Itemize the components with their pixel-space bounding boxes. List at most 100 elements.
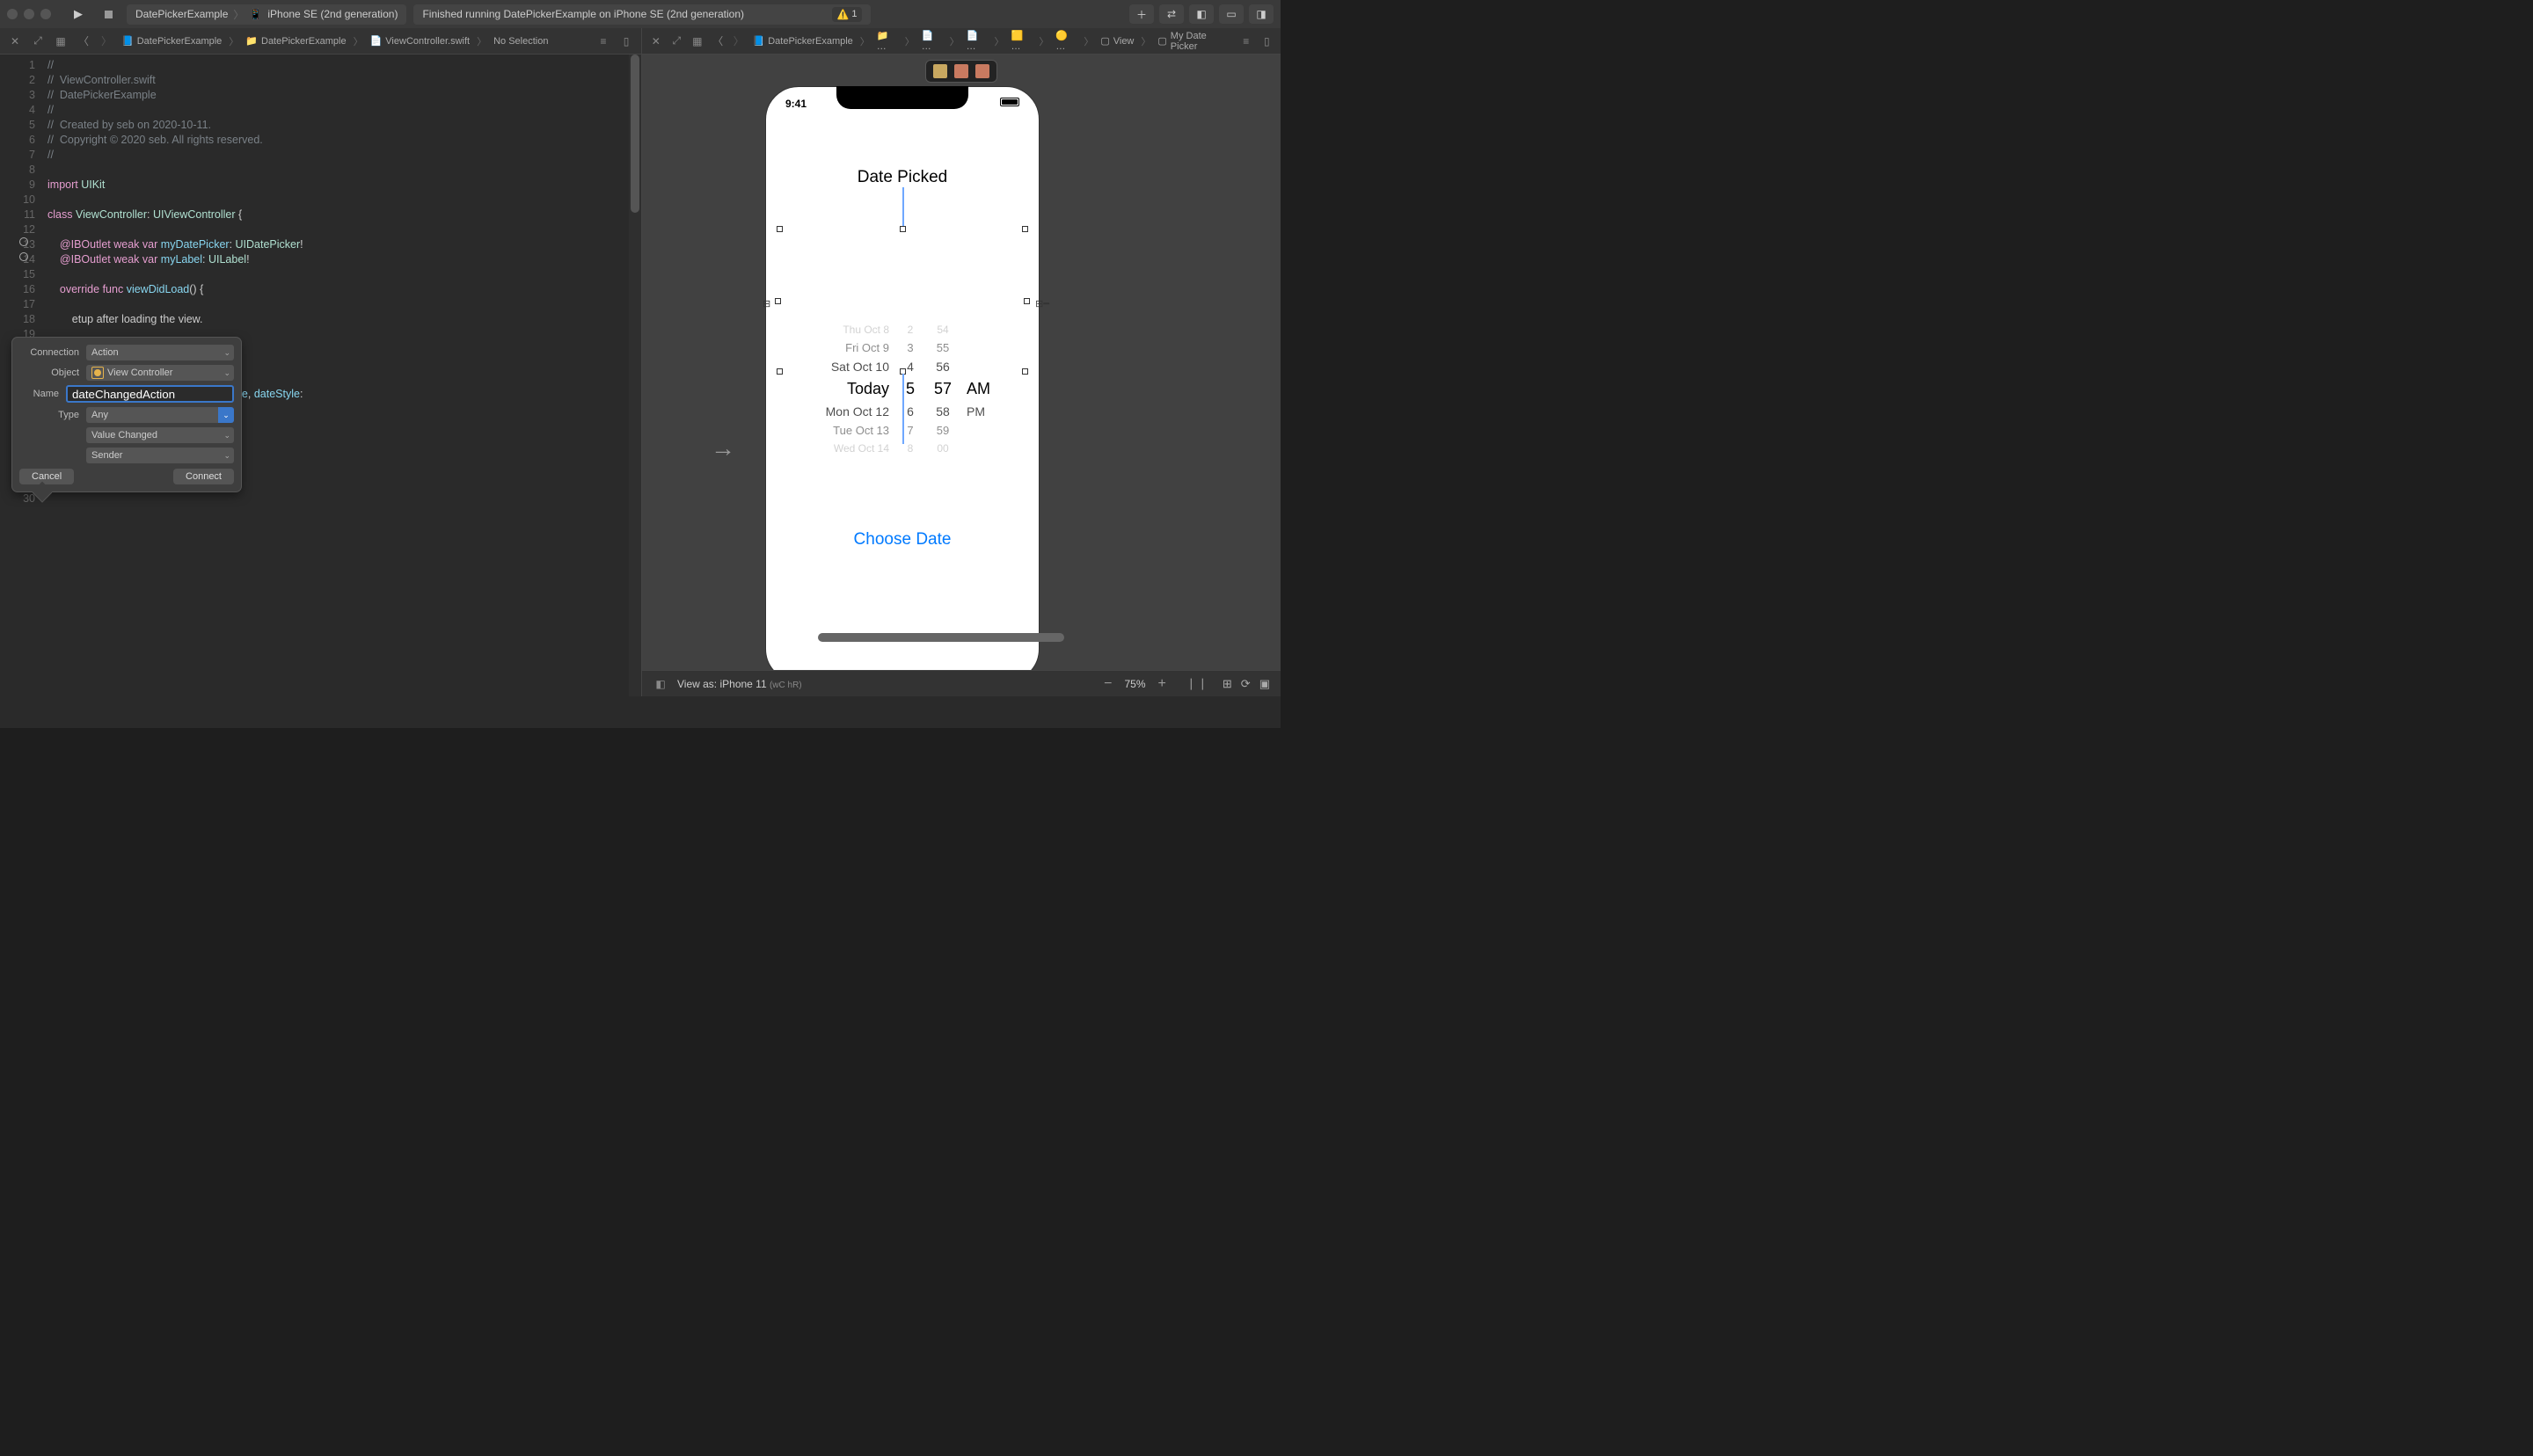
nav-forward-icon[interactable]: 〉 [732, 33, 746, 49]
ib-crumb-folder[interactable]: 📁 … [877, 30, 898, 52]
assistant-icon[interactable]: ▯ [618, 33, 634, 49]
type-select[interactable]: Any [86, 407, 218, 423]
crumb-project[interactable]: 📘 DatePickerExample [121, 35, 222, 47]
picker-row[interactable]: Fri Oct 9355 [791, 339, 1014, 357]
connection-label: Connection [19, 347, 79, 358]
resolve-button[interactable]: ⟳ [1241, 677, 1251, 691]
selection-handle[interactable] [1024, 298, 1030, 304]
toolbar-right: ＋ ⇄ ◧ ▭ ◨ [1129, 4, 1274, 24]
ib-crumb-storyboard[interactable]: 📄 … [922, 30, 943, 52]
canvas[interactable]: → 9:41 Date Picked Thu Oct 8254Fri [642, 55, 1281, 670]
selection-handle[interactable] [1022, 368, 1028, 375]
picker-row[interactable]: Thu Oct 8254 [791, 321, 1014, 339]
align-button[interactable]: ⎸⎸ [1191, 677, 1214, 691]
connection-drag-arrow: → [711, 434, 735, 462]
panel-left-button[interactable]: ◧ [1189, 4, 1214, 24]
zoom-dot[interactable] [40, 9, 51, 19]
panel-bottom-button[interactable]: ▭ [1219, 4, 1244, 24]
zoom-out-button[interactable]: − [1104, 677, 1112, 691]
run-button[interactable]: ▶ [67, 4, 90, 24]
constraint-line [902, 374, 904, 444]
related-items-icon[interactable]: ▦ [690, 33, 704, 49]
nav-back-icon[interactable]: 〈 [76, 33, 91, 49]
pin-button[interactable]: ⊞ [1223, 677, 1232, 691]
connect-button[interactable]: Connect [173, 469, 234, 484]
device-preview[interactable]: 9:41 Date Picked Thu Oct 8254Fri Oct 935… [765, 86, 1040, 670]
ib-crumb-scene[interactable]: 📄 … [967, 30, 988, 52]
ib-jump-bar[interactable]: ✕ ⤢ ▦ 〈 〉 📘 DatePickerExample 〉 📁 … 〉 📄 … [642, 28, 1281, 55]
titlebar: ▶ DatePickerExample 〉 📱 iPhone SE (2nd g… [0, 0, 1281, 28]
scheme-project: DatePickerExample [135, 8, 228, 20]
library-button[interactable]: ＋ [1129, 4, 1154, 24]
scene-dock[interactable] [925, 60, 997, 83]
selection-handle[interactable] [777, 226, 783, 232]
event-select[interactable]: Value Changed⌄ [86, 427, 234, 443]
view-controller-icon[interactable] [933, 64, 947, 78]
zoom-in-button[interactable]: + [1158, 677, 1166, 691]
panel-right-button[interactable]: ◨ [1249, 4, 1274, 24]
nav-back-icon[interactable]: 〈 [712, 33, 726, 49]
focus-icon[interactable]: ⤢ [30, 33, 46, 49]
arguments-select[interactable]: Sender⌄ [86, 448, 234, 463]
cancel-button[interactable]: Cancel [19, 469, 74, 484]
ib-crumb-vc[interactable]: 🟨 … [1011, 30, 1033, 52]
focus-icon[interactable]: ⤢ [670, 33, 684, 49]
ib-crumb-vcobj[interactable]: 🟡 … [1055, 30, 1077, 52]
selection-handle[interactable] [777, 368, 783, 375]
nav-forward-icon[interactable]: 〉 [99, 33, 114, 49]
assistant-icon[interactable]: ▯ [1260, 33, 1274, 49]
scheme-device: iPhone SE (2nd generation) [267, 8, 398, 20]
exit-icon[interactable] [975, 64, 989, 78]
minimize-dot[interactable] [24, 9, 34, 19]
selection-handle[interactable] [1022, 226, 1028, 232]
crumb-group[interactable]: 📁 DatePickerExample [245, 35, 346, 47]
date-picked-label[interactable]: Date Picked [766, 168, 1039, 187]
object-label: Object [19, 368, 79, 378]
first-responder-icon[interactable] [954, 64, 968, 78]
crumb-selection[interactable]: No Selection [493, 36, 548, 47]
type-label: Type [19, 410, 79, 420]
status-text: Finished running DatePickerExample on iP… [422, 8, 744, 20]
selection-handle[interactable] [900, 226, 906, 232]
embed-button[interactable]: ▣ [1259, 677, 1270, 691]
ib-crumb-target[interactable]: ▢ My Date Picker [1157, 31, 1225, 52]
outlet-indicator[interactable] [19, 252, 28, 261]
related-items-icon[interactable]: ▦ [53, 33, 69, 49]
crumb-file[interactable]: 📄 ViewController.swift [370, 35, 470, 47]
constraint-tools: ⎸⎸ ⊞ ⟳ ▣ [1191, 677, 1270, 691]
ib-crumb-view[interactable]: ▢ View [1100, 35, 1134, 47]
name-input[interactable] [66, 385, 234, 403]
name-label: Name [19, 389, 59, 399]
code-review-button[interactable]: ⇄ [1159, 4, 1184, 24]
editor-jump-bar[interactable]: ✕ ⤢ ▦ 〈 〉 📘 DatePickerExample 〉 📁 DatePi… [0, 28, 641, 55]
zoom-level[interactable]: 75% [1125, 678, 1146, 690]
code-editor-pane: ✕ ⤢ ▦ 〈 〉 📘 DatePickerExample 〉 📁 DatePi… [0, 28, 642, 696]
outlet-indicator[interactable] [19, 237, 28, 246]
editor-options-icon[interactable]: ≡ [595, 33, 611, 49]
battery-icon [1000, 98, 1019, 106]
window-controls [7, 9, 51, 19]
close-tab-icon[interactable]: ✕ [649, 33, 663, 49]
editor-options-icon[interactable]: ≡ [1239, 33, 1253, 49]
view-as-label[interactable]: View as: iPhone 11 (wC hR) [677, 678, 802, 690]
outline-toggle-icon[interactable]: ◧ [653, 676, 668, 692]
canvas-bottom-bar: ◧ View as: iPhone 11 (wC hR) − 75% + ⎸⎸ … [642, 670, 1281, 696]
scheme-selector[interactable]: DatePickerExample 〉 📱 iPhone SE (2nd gen… [127, 4, 406, 25]
device-status-bar: 9:41 [766, 98, 1039, 110]
close-dot[interactable] [7, 9, 18, 19]
choose-date-button[interactable]: Choose Date [766, 530, 1039, 550]
device-time: 9:41 [785, 98, 807, 110]
selection-handle[interactable] [775, 298, 781, 304]
stop-button[interactable] [97, 4, 120, 24]
connection-select[interactable]: Action⌄ [86, 345, 234, 360]
close-tab-icon[interactable]: ✕ [7, 33, 23, 49]
type-dropdown-button[interactable]: ⌄ [218, 407, 234, 423]
warning-badge[interactable]: ⚠️ 1 [832, 7, 863, 22]
object-select[interactable]: View Controller⌄ [86, 365, 234, 381]
connection-popover: Connection Action⌄ Object View Controlle… [12, 338, 241, 491]
horizontal-scrollbar[interactable] [818, 633, 1263, 644]
ib-crumb-project[interactable]: 📘 DatePickerExample [753, 35, 853, 47]
vertical-scrollbar[interactable] [629, 55, 641, 696]
interface-builder-pane: ✕ ⤢ ▦ 〈 〉 📘 DatePickerExample 〉 📁 … 〉 📄 … [642, 28, 1281, 696]
constraint-line [902, 187, 904, 226]
